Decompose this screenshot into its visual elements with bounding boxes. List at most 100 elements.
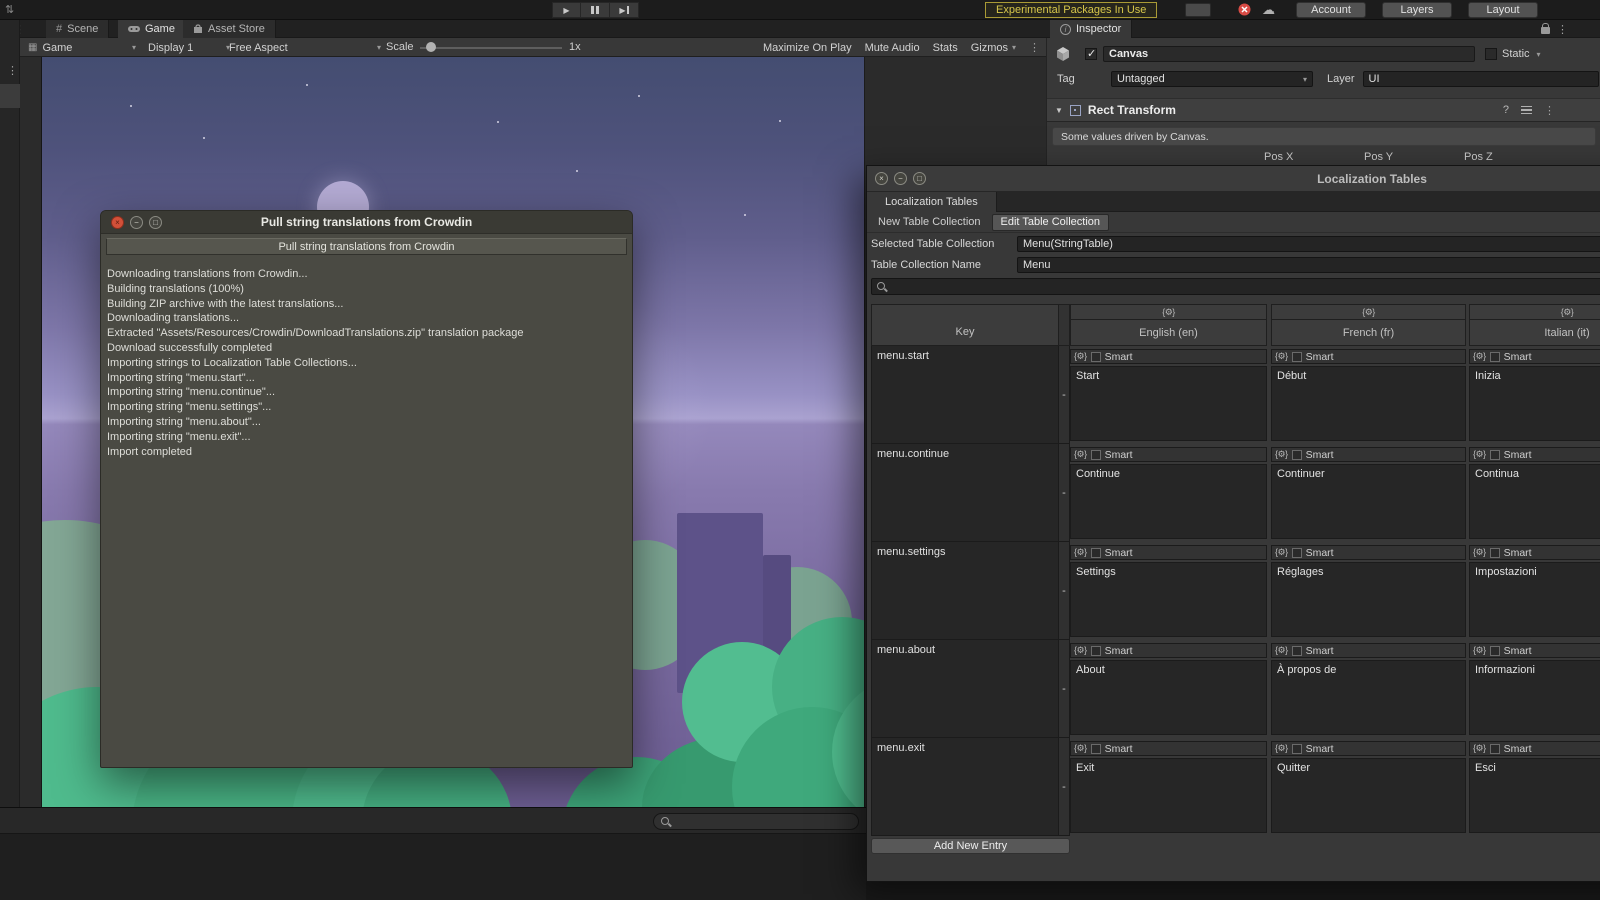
remove-entry-button[interactable]: - (1059, 640, 1070, 738)
experimental-packages-warning[interactable]: Experimental Packages In Use (985, 2, 1158, 18)
column-label[interactable]: English (en) (1070, 320, 1267, 346)
version-control-icon[interactable]: ⇅ (5, 3, 14, 16)
metadata-gear-icon[interactable]: {⚙} (1275, 645, 1288, 656)
active-checkbox[interactable] (1085, 47, 1097, 60)
metadata-gear-icon[interactable]: {⚙} (1473, 449, 1486, 460)
tab-game[interactable]: Game (118, 20, 186, 38)
smart-checkbox[interactable] (1090, 645, 1101, 656)
translation-value[interactable]: Esci (1469, 758, 1600, 833)
mute-audio-toggle[interactable]: Mute Audio (865, 42, 920, 54)
display-dropdown[interactable]: Display 1 ▾ (144, 38, 234, 57)
collab-alert-icon[interactable] (1238, 3, 1251, 16)
key-cell[interactable]: menu.settings (871, 542, 1059, 640)
rail-selected-band[interactable] (0, 84, 20, 108)
add-new-entry-button[interactable]: Add New Entry (871, 838, 1070, 854)
translation-value[interactable]: About (1070, 660, 1267, 735)
maximize-on-play-toggle[interactable]: Maximize On Play (763, 42, 852, 54)
account-button[interactable]: Account (1296, 2, 1366, 18)
collection-name-field[interactable]: Menu (1017, 256, 1600, 273)
tab-scene[interactable]: # Scene (46, 20, 110, 38)
metadata-gear-icon[interactable]: {⚙} (1275, 547, 1288, 558)
foldout-icon[interactable]: ▼ (1055, 106, 1063, 115)
window-minimize-button[interactable]: − (894, 172, 907, 185)
smart-checkbox[interactable] (1090, 743, 1101, 754)
column-settings-button[interactable]: {⚙} (1469, 304, 1600, 320)
presets-icon[interactable] (1521, 105, 1532, 115)
tab-asset-store[interactable]: Asset Store (183, 20, 276, 38)
dialog-minimize-button[interactable]: − (130, 216, 143, 229)
cloud-icon[interactable]: ☁ (1262, 2, 1275, 18)
metadata-gear-icon[interactable]: {⚙} (1473, 351, 1486, 362)
column-settings-button[interactable]: {⚙} (1271, 304, 1466, 320)
dialog-maximize-button[interactable]: □ (149, 216, 162, 229)
smart-checkbox[interactable] (1291, 743, 1302, 754)
gizmos-dropdown[interactable]: Gizmos ▾ (971, 42, 1016, 54)
smart-checkbox[interactable] (1291, 645, 1302, 656)
key-cell[interactable]: menu.exit (871, 738, 1059, 836)
layers-button[interactable]: Layers (1382, 2, 1452, 18)
layout-button[interactable]: Layout (1468, 2, 1538, 18)
translation-value[interactable]: Continue (1070, 464, 1267, 539)
translation-value[interactable]: Impostazioni (1469, 562, 1600, 637)
smart-checkbox[interactable] (1291, 547, 1302, 558)
translation-value[interactable]: Continua (1469, 464, 1600, 539)
metadata-gear-icon[interactable]: {⚙} (1074, 547, 1087, 558)
smart-checkbox[interactable] (1489, 547, 1500, 558)
metadata-gear-icon[interactable]: {⚙} (1473, 743, 1486, 754)
game-panel-menu-icon[interactable]: ⋮ (1029, 41, 1040, 54)
table-search-field[interactable] (871, 277, 1600, 295)
remove-entry-button[interactable]: - (1059, 738, 1070, 836)
toolbar-misc-button[interactable] (1185, 3, 1211, 17)
metadata-gear-icon[interactable]: {⚙} (1074, 449, 1087, 460)
localization-titlebar[interactable]: × − □ Localization Tables (867, 166, 1600, 192)
metadata-gear-icon[interactable]: {⚙} (1074, 645, 1087, 656)
display-target-dropdown[interactable]: ▦ Game ▾ (24, 38, 140, 57)
column-header-key[interactable]: Key (871, 304, 1059, 346)
smart-checkbox[interactable] (1291, 449, 1302, 460)
translation-value[interactable]: Exit (1070, 758, 1267, 833)
remove-entry-button[interactable]: - (1059, 346, 1070, 444)
translation-value[interactable]: Start (1070, 366, 1267, 441)
smart-checkbox[interactable] (1090, 449, 1101, 460)
metadata-gear-icon[interactable]: {⚙} (1074, 351, 1087, 362)
smart-checkbox[interactable] (1489, 645, 1500, 656)
metadata-gear-icon[interactable]: {⚙} (1074, 743, 1087, 754)
scale-slider[interactable] (420, 38, 562, 57)
column-label[interactable]: Italian (it) (1469, 320, 1600, 346)
pause-button[interactable] (581, 2, 610, 18)
metadata-gear-icon[interactable]: {⚙} (1473, 645, 1486, 656)
remove-entry-button[interactable]: - (1059, 542, 1070, 640)
game-view[interactable]: × − □ Pull string translations from Crow… (42, 57, 864, 807)
object-name-field[interactable]: Canvas (1103, 46, 1475, 62)
slider-knob[interactable] (426, 42, 436, 52)
smart-checkbox[interactable] (1291, 351, 1302, 362)
translation-value[interactable]: Continuer (1271, 464, 1466, 539)
edit-table-collection-tab[interactable]: Edit Table Collection (991, 213, 1109, 231)
aspect-dropdown[interactable]: Free Aspect ▾ (225, 38, 385, 57)
tab-localization-tables[interactable]: Localization Tables (867, 192, 997, 212)
key-cell[interactable]: menu.start (871, 346, 1059, 444)
play-button[interactable]: ▶ (552, 2, 581, 18)
inspector-menu-icon[interactable]: ⋮ (1557, 23, 1568, 36)
step-button[interactable]: ▶ (610, 2, 639, 18)
tag-dropdown[interactable]: Untagged ▾ (1111, 71, 1313, 87)
key-cell[interactable]: menu.continue (871, 444, 1059, 542)
static-checkbox[interactable] (1485, 48, 1497, 60)
crowdin-dialog-titlebar[interactable]: × − □ Pull string translations from Crow… (101, 211, 632, 234)
translation-value[interactable]: Réglages (1271, 562, 1466, 637)
metadata-gear-icon[interactable]: {⚙} (1275, 743, 1288, 754)
key-cell[interactable]: menu.about (871, 640, 1059, 738)
smart-checkbox[interactable] (1489, 743, 1500, 754)
translation-value[interactable]: Informazioni (1469, 660, 1600, 735)
remove-entry-button[interactable]: - (1059, 444, 1070, 542)
rect-transform-header[interactable]: ▼ Rect Transform ? ⋮ (1047, 98, 1600, 122)
smart-checkbox[interactable] (1090, 351, 1101, 362)
console-search-field[interactable] (653, 813, 859, 830)
stats-toggle[interactable]: Stats (933, 42, 958, 54)
layer-dropdown[interactable]: UI (1362, 71, 1599, 87)
tab-inspector[interactable]: i Inspector (1050, 20, 1133, 38)
selected-collection-dropdown[interactable]: Menu(StringTable) (1017, 235, 1600, 252)
window-close-button[interactable]: × (875, 172, 888, 185)
rail-menu-icon[interactable]: ⋮ (7, 64, 18, 77)
metadata-gear-icon[interactable]: {⚙} (1275, 449, 1288, 460)
